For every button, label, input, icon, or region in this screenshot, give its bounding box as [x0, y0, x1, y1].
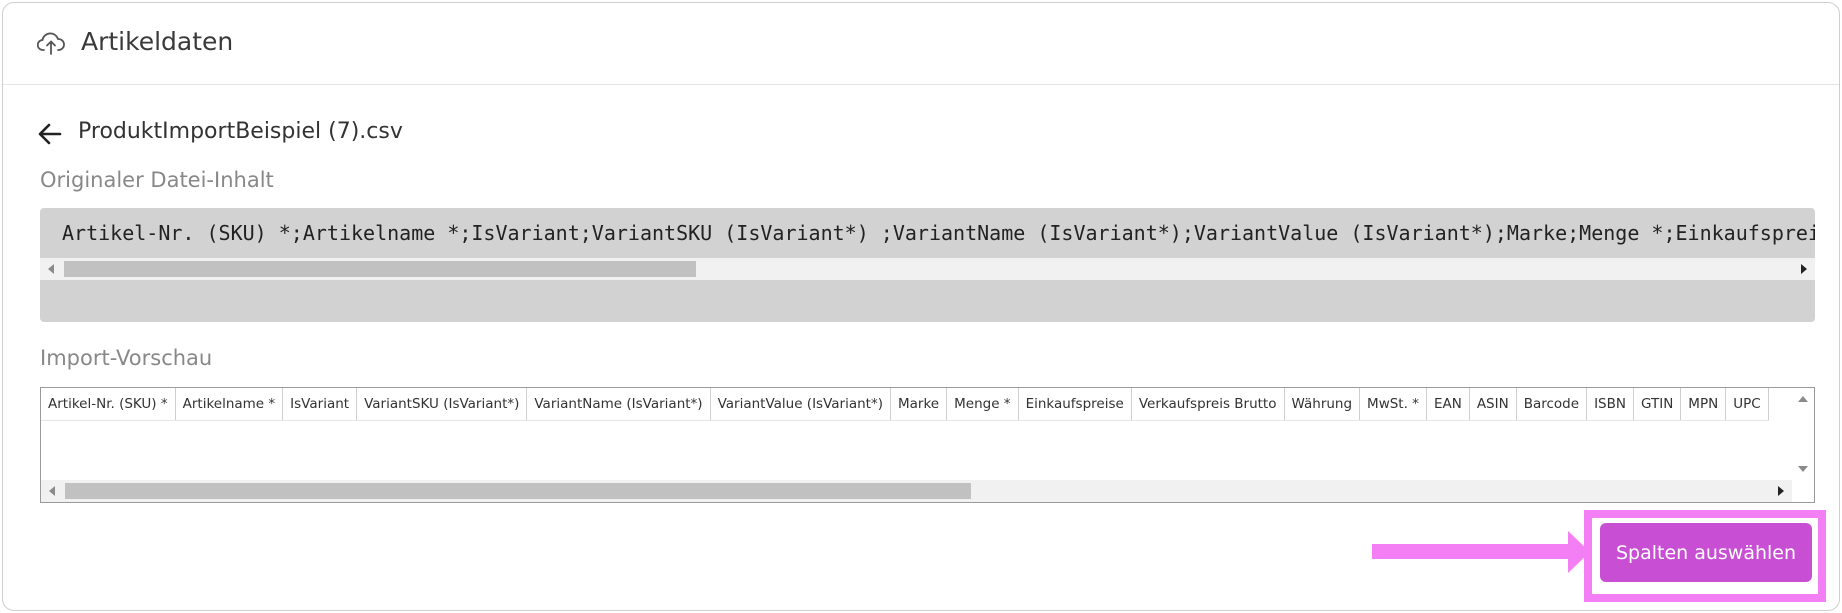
cloud-upload-icon [37, 32, 65, 55]
original-raw-text: Artikel-Nr. (SKU) *;Artikelname *;IsVari… [62, 221, 1815, 245]
card-header: Artikeldaten [3, 3, 1839, 85]
table-column-header: Währung [1284, 388, 1361, 421]
table-column-header: Marke [890, 388, 948, 421]
file-name: ProduktImportBeispiel (7).csv [78, 119, 403, 144]
scrollbar-thumb[interactable] [64, 261, 696, 277]
arrow-left-icon[interactable] [37, 121, 63, 147]
table-column-header: Artikel-Nr. (SKU) * [41, 388, 176, 421]
import-preview-table-container: Artikel-Nr. (SKU) * Artikelname * IsVarian… [40, 387, 1815, 503]
preview-horizontal-scrollbar[interactable] [41, 480, 1792, 502]
table-column-header: VariantName (IsVariant*) [526, 388, 711, 421]
table-column-header: VariantSKU (IsVariant*) [356, 388, 528, 421]
table-column-header: VariantValue (IsVariant*) [710, 388, 892, 421]
table-column-header: Einkaufspreise [1018, 388, 1132, 421]
highlight-arrow-icon [1372, 544, 1572, 559]
scroll-down-icon[interactable] [1792, 458, 1814, 480]
table-column-header: ISBN [1586, 388, 1634, 421]
scrollbar-thumb[interactable] [65, 483, 971, 499]
scroll-right-icon[interactable] [1793, 258, 1815, 280]
table-column-header: GTIN [1633, 388, 1682, 421]
table-column-header: Barcode [1516, 388, 1588, 421]
scroll-left-icon[interactable] [40, 258, 62, 280]
table-column-header: ASIN [1469, 388, 1517, 421]
scroll-up-icon[interactable] [1792, 388, 1814, 410]
preview-vertical-scrollbar[interactable] [1792, 388, 1814, 480]
table-column-header: Artikelname * [175, 388, 284, 421]
table-column-header: Verkaufspreis Brutto [1131, 388, 1285, 421]
scroll-left-icon[interactable] [41, 480, 63, 502]
original-content-box: Artikel-Nr. (SKU) *;Artikelname *;IsVari… [40, 208, 1815, 322]
table-column-header: Menge * [946, 388, 1019, 421]
scroll-right-icon[interactable] [1770, 480, 1792, 502]
table-column-header: UPC [1725, 388, 1769, 421]
import-preview-table: Artikel-Nr. (SKU) * Artikelname * IsVarian… [41, 388, 1769, 421]
original-horizontal-scrollbar[interactable] [40, 258, 1815, 280]
import-preview-label: Import-Vorschau [40, 346, 213, 370]
select-columns-button[interactable]: Spalten auswählen [1600, 523, 1812, 582]
table-column-header: EAN [1426, 388, 1470, 421]
table-column-header: IsVariant [282, 388, 358, 421]
table-column-header: MPN [1680, 388, 1727, 421]
card-title: Artikeldaten [81, 27, 234, 56]
artikeldaten-card: Artikeldaten ProduktImportBeispiel (7).c… [2, 2, 1840, 611]
table-column-header: MwSt. * [1359, 388, 1427, 421]
table-header-row: Artikel-Nr. (SKU) * Artikelname * IsVarian… [41, 388, 1769, 421]
original-content-label: Originaler Datei-Inhalt [40, 168, 274, 192]
